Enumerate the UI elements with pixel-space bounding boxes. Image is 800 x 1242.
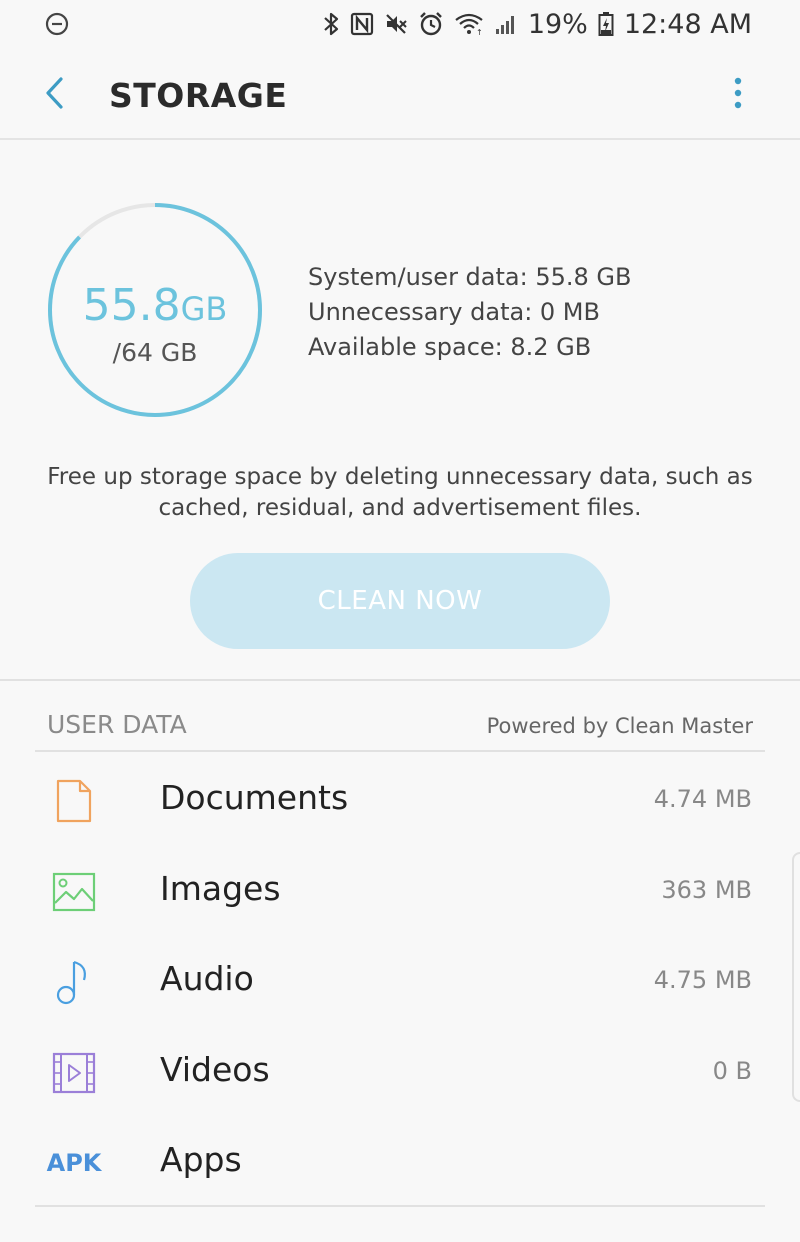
user-data-list: Documents 4.74 MB Images 363 MB Audio 4.…: [0, 755, 800, 1208]
apk-icon-text: APK: [46, 1149, 102, 1177]
document-icon: [50, 777, 98, 825]
svg-text:↑↓: ↑↓: [476, 28, 484, 36]
item-label: Videos: [160, 1049, 270, 1089]
item-size: 4.75 MB: [653, 966, 752, 994]
list-item-audio[interactable]: Audio 4.75 MB: [0, 936, 800, 1027]
clean-now-button[interactable]: CLEAN NOW: [190, 553, 610, 649]
list-item-documents[interactable]: Documents 4.74 MB: [0, 755, 800, 846]
video-icon: [50, 1049, 98, 1097]
back-button[interactable]: [32, 72, 78, 118]
alarm-icon: [418, 11, 444, 37]
bluetooth-icon: [322, 11, 340, 37]
item-label: Documents: [160, 778, 349, 817]
more-options-button[interactable]: [722, 72, 754, 118]
do-not-disturb-icon: [45, 12, 69, 36]
item-label: Apps: [160, 1140, 242, 1179]
divider: [35, 1205, 765, 1207]
used-unit: GB: [180, 290, 228, 328]
list-item-images[interactable]: Images 363 MB: [0, 846, 800, 937]
used-amount: 55.8: [82, 280, 181, 331]
user-data-header: USER DATA Powered by Clean Master: [35, 708, 765, 752]
signal-icon: [494, 12, 518, 36]
status-bar: ↑↓ 19% 12:48 AM: [0, 0, 800, 48]
page-title: STORAGE: [109, 76, 288, 115]
mute-icon: [384, 12, 408, 36]
scroll-indicator: [792, 852, 800, 1102]
divider: [0, 679, 800, 681]
total-storage: /64 GB: [112, 338, 198, 367]
used-storage-value: 55.8GB: [45, 280, 265, 331]
battery-charging-icon: [598, 11, 614, 37]
stat-system-user-data: System/user data: 55.8 GB: [308, 263, 632, 291]
item-size: 0 B: [712, 1056, 752, 1085]
powered-by-label: Powered by Clean Master: [486, 714, 753, 738]
clean-description: Free up storage space by deleting unnece…: [47, 464, 753, 521]
battery-percent: 19%: [527, 8, 588, 40]
list-item-apps[interactable]: APK Apps: [0, 1117, 800, 1208]
apk-icon: APK: [47, 1139, 102, 1187]
storage-stats: System/user data: 55.8 GB Unnecessary da…: [308, 260, 631, 365]
image-icon: [50, 868, 98, 916]
music-note-icon: [50, 958, 98, 1006]
item-size: 363 MB: [661, 875, 752, 904]
app-bar: STORAGE: [0, 50, 800, 140]
item-size: 4.74 MB: [653, 785, 752, 813]
item-label: Images: [160, 868, 281, 908]
stat-unnecessary-data: Unnecessary data: 0 MB: [308, 298, 600, 326]
nfc-icon: [350, 12, 374, 36]
chevron-left-icon: [43, 76, 67, 114]
clock: 12:48 AM: [623, 8, 752, 40]
stat-available-space: Available space: 8.2 GB: [308, 333, 592, 361]
more-vert-icon: [733, 76, 743, 114]
wifi-icon: ↑↓: [454, 12, 484, 36]
section-title: USER DATA: [47, 710, 187, 739]
item-label: Audio: [160, 959, 254, 998]
list-item-videos[interactable]: Videos 0 B: [0, 1027, 800, 1118]
